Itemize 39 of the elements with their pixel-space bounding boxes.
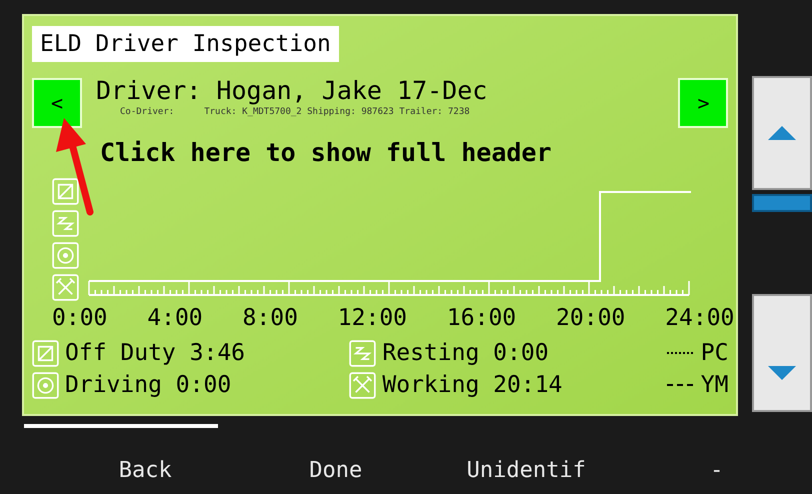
line-key-label: PC [700, 339, 728, 367]
softkey-button[interactable]: Back [50, 456, 240, 486]
dotted-line-icon [666, 352, 693, 354]
steering-wheel-icon [52, 242, 79, 269]
crossed-tools-icon [349, 372, 376, 398]
off-duty-icon [52, 178, 79, 205]
scroll-position-bar [752, 194, 812, 212]
sleeper-icon [52, 210, 79, 237]
axis-label: 4:00 [147, 304, 203, 333]
header-detail: Co-Driver: [120, 106, 174, 119]
steering-wheel-icon [32, 372, 59, 398]
softkey-button[interactable]: Done [240, 456, 431, 486]
status-total: Driving 0:00 [65, 371, 232, 399]
line-key-label: YM [700, 371, 728, 399]
scroll-up-button[interactable] [752, 76, 812, 190]
window-title: ELD Driver Inspection [32, 26, 339, 62]
axis-label: 16:00 [446, 304, 516, 333]
softkey-button[interactable]: - [622, 456, 812, 486]
crossed-tools-icon [52, 274, 79, 301]
header-detail: Truck: K_MDT5700_2 Shipping: 987623 Trailer: 7238 [204, 106, 470, 119]
axis-label: 20:00 [556, 304, 626, 333]
down-triangle-icon [768, 366, 796, 380]
driver-name: Driver: Hogan, Jake 17-Dec [96, 78, 488, 104]
status-total: Off Duty 3:46 [65, 339, 246, 367]
axis-label: 8:00 [242, 304, 298, 333]
axis-label: 24:00 [665, 304, 734, 333]
dashed-line-icon [666, 384, 693, 386]
scroll-down-button[interactable] [752, 294, 812, 412]
off-duty-icon [32, 340, 59, 366]
axis-label: 0:00 [52, 304, 108, 333]
next-button[interactable]: > [678, 78, 728, 128]
softkey-button[interactable]: Unidentif [431, 456, 622, 486]
show-header-link[interactable]: Click here to show full header [100, 138, 552, 168]
sleeper-icon [349, 340, 376, 366]
axis-label: 12:00 [338, 304, 408, 333]
previous-button[interactable]: < [32, 78, 82, 128]
up-triangle-icon [768, 126, 796, 140]
status-total: Working 20:14 [382, 371, 562, 399]
status-total: Resting 0:00 [382, 339, 549, 367]
